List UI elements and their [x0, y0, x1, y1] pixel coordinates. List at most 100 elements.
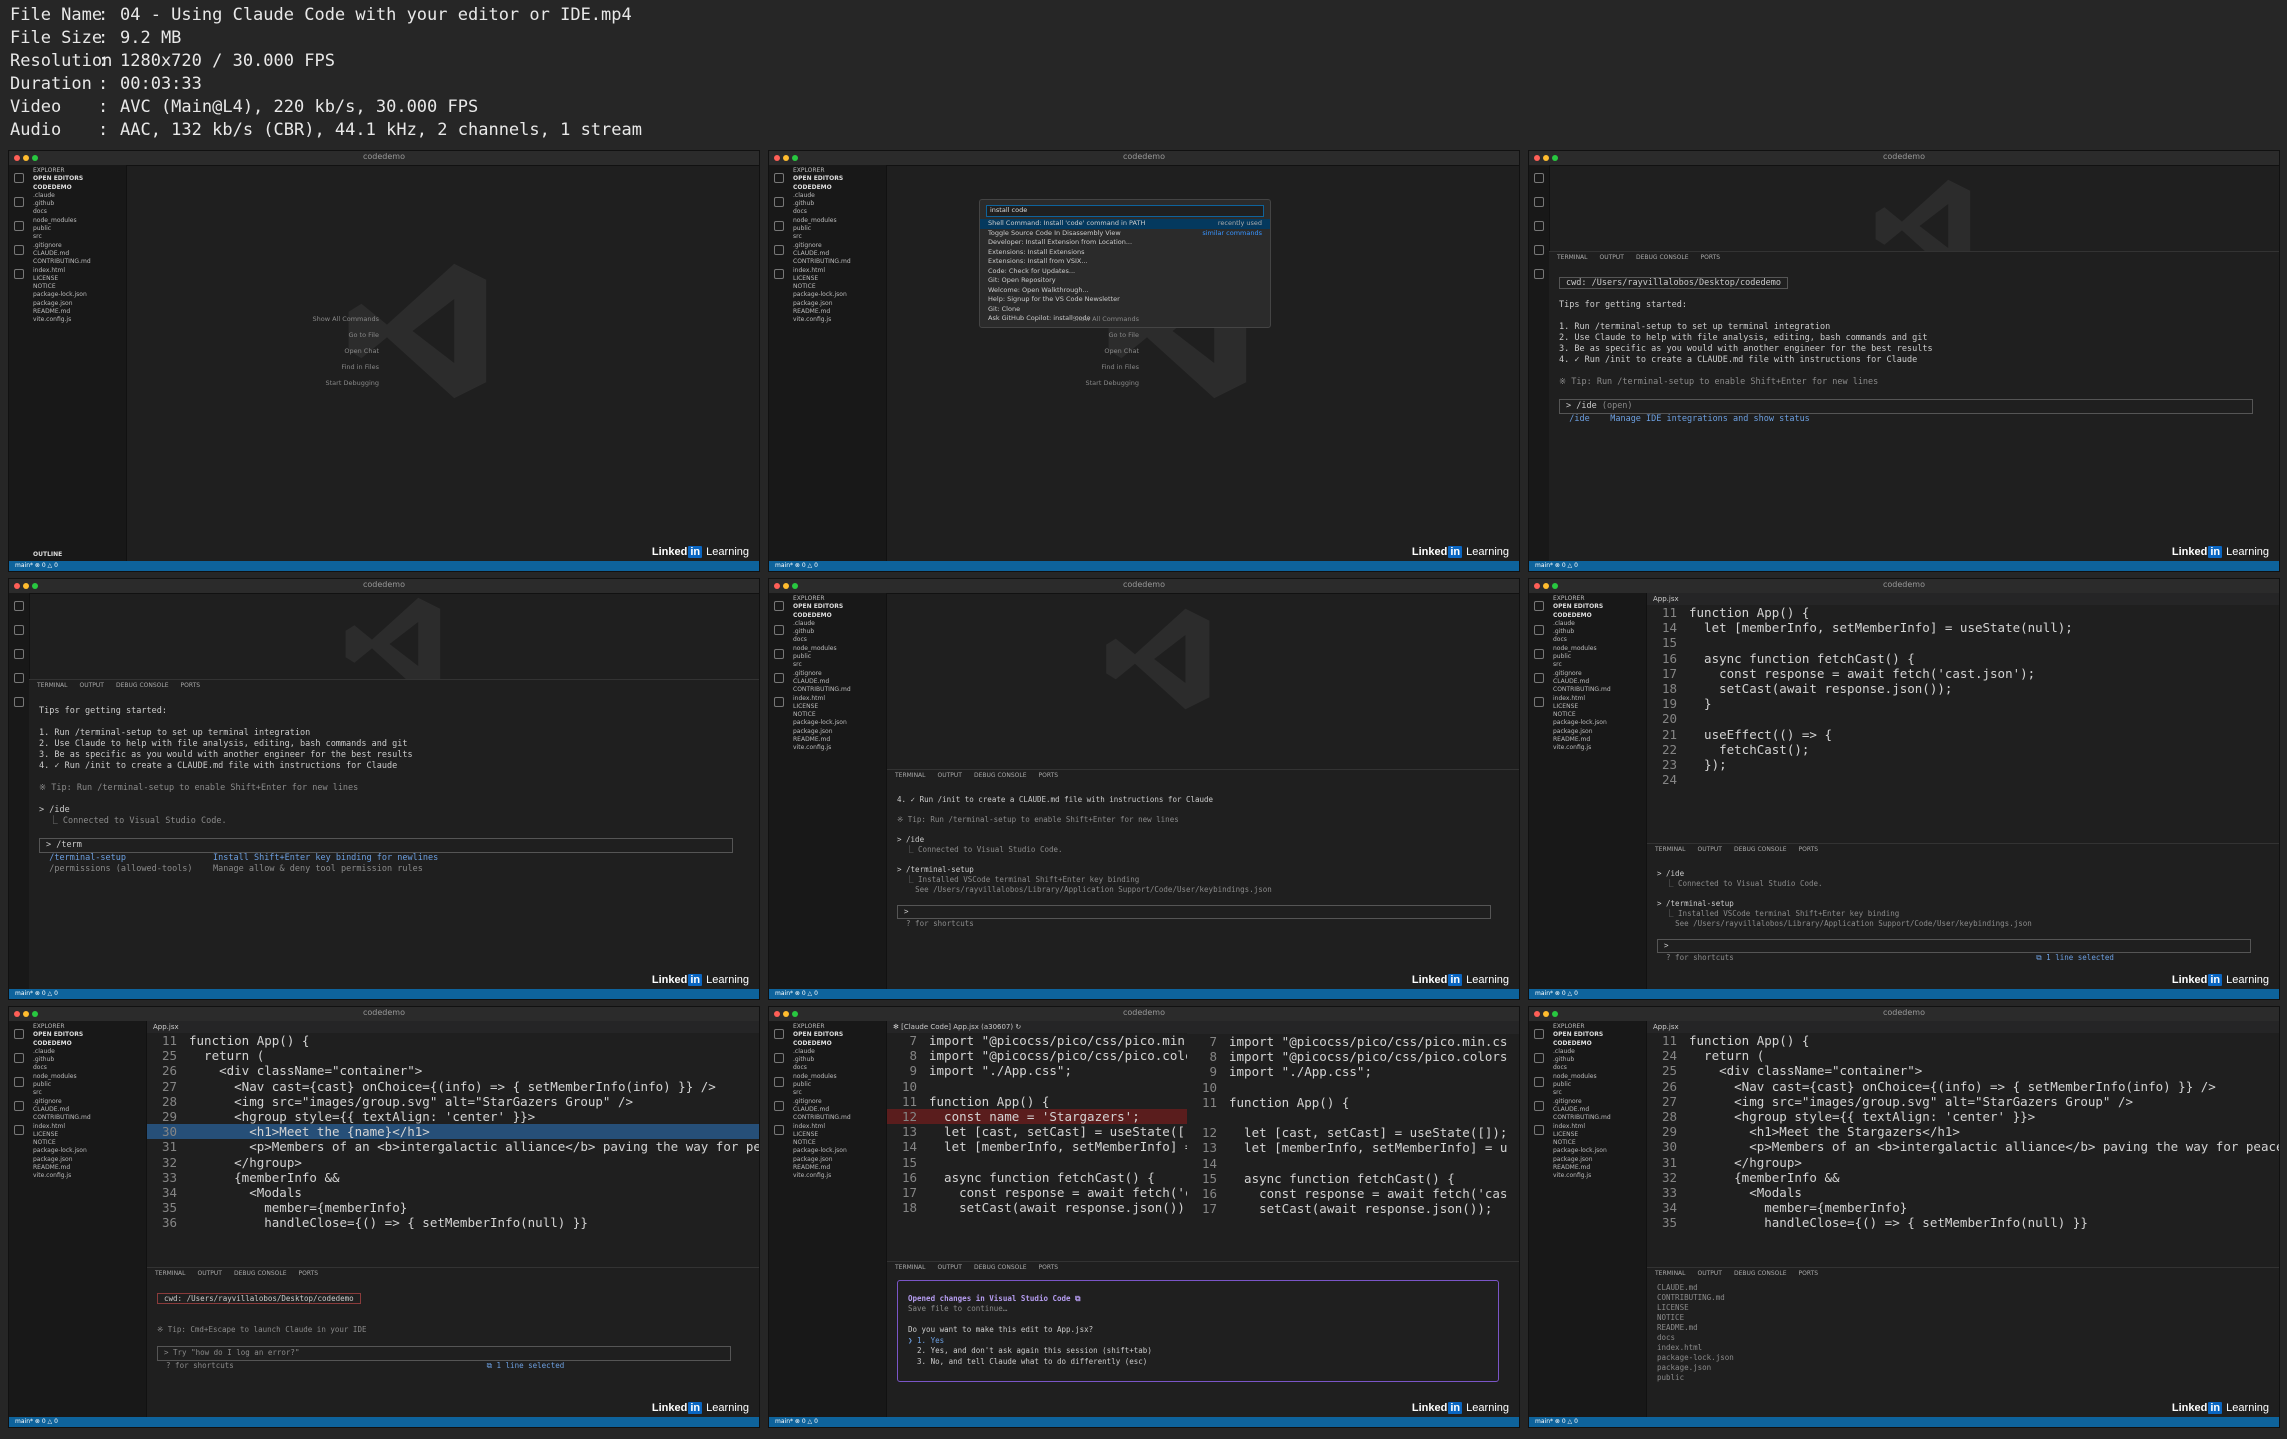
- code-line[interactable]: 33 <Modals: [1647, 1185, 2279, 1200]
- file-item[interactable]: vite.config.js: [793, 744, 882, 752]
- file-item[interactable]: vite.config.js: [793, 1172, 882, 1180]
- code-line[interactable]: 10: [887, 1079, 1187, 1094]
- file-item[interactable]: public: [793, 1081, 882, 1089]
- file-item[interactable]: .claude: [793, 620, 882, 628]
- editor-tab[interactable]: ✻ [Claude Code] App.jsx (a30607) ↻: [887, 1021, 1187, 1033]
- command-palette-input[interactable]: install code: [986, 205, 1264, 217]
- file-item[interactable]: index.html: [1553, 695, 1642, 703]
- file-item[interactable]: README.md: [793, 308, 882, 316]
- activity-bar[interactable]: [769, 165, 790, 561]
- file-item[interactable]: public: [1553, 653, 1642, 661]
- terminal-panel[interactable]: TERMINAL OUTPUT DEBUG CONSOLE PORTS 4. ✓ Ru…: [887, 769, 1519, 989]
- code-line[interactable]: 12 const name = 'Stargazers';: [887, 1109, 1187, 1125]
- activity-bar[interactable]: [769, 1021, 790, 1417]
- file-item[interactable]: README.md: [33, 308, 122, 316]
- code-line[interactable]: 11 function App() {: [1187, 1095, 1519, 1110]
- code-line[interactable]: 15: [1647, 635, 2279, 650]
- code-line[interactable]: 24: [1647, 772, 2279, 787]
- file-item[interactable]: NOTICE: [33, 283, 122, 291]
- code-line[interactable]: 24 return (: [1647, 1048, 2279, 1063]
- code-line[interactable]: 12 let [cast, setCast] = useState([]);: [1187, 1125, 1519, 1140]
- file-item[interactable]: index.html: [1553, 1123, 1642, 1131]
- file-item[interactable]: public: [793, 653, 882, 661]
- file-item[interactable]: CLAUDE.md: [793, 678, 882, 686]
- activity-bar[interactable]: [1529, 593, 1550, 989]
- code-line[interactable]: 8 import "@picocss/pico/css/pico.colc: [887, 1048, 1187, 1063]
- option-yes-always[interactable]: 2. Yes, and don't ask again this session…: [908, 1346, 1152, 1355]
- code-line[interactable]: 34 <Modals: [147, 1185, 759, 1200]
- terminal-panel[interactable]: TERMINAL OUTPUT DEBUG CONSOLE PORTS > /ide …: [1647, 843, 2279, 989]
- file-item[interactable]: .gitignore: [793, 670, 882, 678]
- status-bar[interactable]: main* ⊗ 0 △ 0: [9, 989, 759, 999]
- file-item[interactable]: CLAUDE.md: [33, 250, 122, 258]
- code-line[interactable]: 26 <Nav cast={cast} onChoice={(info) => …: [1647, 1079, 2279, 1094]
- file-item[interactable]: CLAUDE.md: [1553, 678, 1642, 686]
- code-editor[interactable]: App.jsx 11 function App() {14 let [member…: [1647, 593, 2279, 843]
- file-item[interactable]: public: [33, 225, 122, 233]
- file-item[interactable]: src: [33, 1089, 142, 1097]
- file-item[interactable]: .claude: [33, 192, 122, 200]
- palette-item[interactable]: Developer: Install Extension from Locati…: [980, 238, 1270, 248]
- file-item[interactable]: .claude: [1553, 1048, 1642, 1056]
- status-bar[interactable]: main* ⊗ 0 △ 0: [9, 1417, 759, 1427]
- file-item[interactable]: docs: [793, 208, 882, 216]
- file-item[interactable]: README.md: [33, 1164, 142, 1172]
- file-item[interactable]: .github: [793, 200, 882, 208]
- code-line[interactable]: 9 import "./App.css";: [887, 1063, 1187, 1078]
- code-line[interactable]: 28 <img src="images/group.svg" alt="Star…: [147, 1094, 759, 1109]
- code-line[interactable]: 16 async function fetchCast() {: [1647, 651, 2279, 666]
- file-item[interactable]: NOTICE: [1553, 1139, 1642, 1147]
- code-line[interactable]: 30 <h1>Meet the {name}</h1>: [147, 1124, 759, 1140]
- file-item[interactable]: docs: [793, 636, 882, 644]
- file-item[interactable]: LICENSE: [793, 275, 882, 283]
- code-line[interactable]: 11 function App() {: [1647, 1033, 2279, 1048]
- file-item[interactable]: src: [793, 233, 882, 241]
- status-bar[interactable]: main* ⊗ 0 △ 0: [1529, 989, 2279, 999]
- file-item[interactable]: package.json: [1553, 1156, 1642, 1164]
- activity-bar[interactable]: [9, 165, 30, 561]
- file-item[interactable]: .gitignore: [1553, 1098, 1642, 1106]
- palette-item[interactable]: Welcome: Open Walkthrough...: [980, 286, 1270, 296]
- explorer-sidebar[interactable]: EXPLORER OPEN EDITORS CODEDEMO .claude .…: [1549, 593, 1647, 989]
- file-item[interactable]: NOTICE: [793, 711, 882, 719]
- file-item[interactable]: NOTICE: [33, 1139, 142, 1147]
- file-item[interactable]: docs: [33, 1064, 142, 1072]
- terminal-panel[interactable]: TERMINAL OUTPUT DEBUG CONSOLE PORTS Opened …: [887, 1261, 1519, 1417]
- code-line[interactable]: 29 <h1>Meet the Stargazers</h1>: [1647, 1124, 2279, 1139]
- file-item[interactable]: public: [1553, 1081, 1642, 1089]
- file-item[interactable]: CLAUDE.md: [33, 1106, 142, 1114]
- file-item[interactable]: package.json: [33, 1156, 142, 1164]
- explorer-sidebar[interactable]: EXPLORER OPEN EDITORS CODEDEMO .claude .…: [29, 1021, 147, 1417]
- file-item[interactable]: NOTICE: [793, 1139, 882, 1147]
- code-editor[interactable]: App.jsx 11 function App() {25 return (26 …: [147, 1021, 759, 1267]
- file-item[interactable]: CONTRIBUTING.md: [33, 1114, 142, 1122]
- activity-bar[interactable]: [1529, 1021, 1550, 1417]
- code-editor[interactable]: App.jsx 11 function App() {24 return (25 …: [1647, 1021, 2279, 1267]
- terminal-panel[interactable]: TERMINAL OUTPUT DEBUG CONSOLE PORTS Tips fo…: [29, 679, 759, 989]
- palette-item[interactable]: Extensions: Install from VSIX...: [980, 257, 1270, 267]
- activity-bar[interactable]: [9, 593, 30, 989]
- file-item[interactable]: package-lock.json: [793, 719, 882, 727]
- code-line[interactable]: 22 fetchCast();: [1647, 742, 2279, 757]
- file-item[interactable]: vite.config.js: [33, 316, 122, 324]
- code-line[interactable]: [1187, 1110, 1519, 1125]
- file-item[interactable]: index.html: [793, 695, 882, 703]
- file-item[interactable]: docs: [793, 1064, 882, 1072]
- code-line[interactable]: 9 import "./App.css";: [1187, 1064, 1519, 1079]
- explorer-sidebar[interactable]: EXPLORER OPEN EDITORS CODEDEMO .claude .…: [789, 165, 887, 561]
- file-item[interactable]: package-lock.json: [1553, 719, 1642, 727]
- palette-item[interactable]: Code: Check for Updates...: [980, 267, 1270, 277]
- code-line[interactable]: 35 handleClose={() => { setMemberInfo(nu…: [1647, 1215, 2279, 1230]
- file-item[interactable]: .github: [793, 628, 882, 636]
- code-line[interactable]: 33 {memberInfo &&: [147, 1170, 759, 1185]
- file-item[interactable]: README.md: [1553, 736, 1642, 744]
- file-item[interactable]: node_modules: [793, 217, 882, 225]
- file-item[interactable]: .gitignore: [793, 1098, 882, 1106]
- file-item[interactable]: CONTRIBUTING.md: [793, 1114, 882, 1122]
- file-item[interactable]: .gitignore: [33, 242, 122, 250]
- file-item[interactable]: src: [33, 233, 122, 241]
- status-bar[interactable]: main* ⊗ 0 △ 0: [1529, 1417, 2279, 1427]
- file-item[interactable]: LICENSE: [33, 1131, 142, 1139]
- file-item[interactable]: src: [1553, 661, 1642, 669]
- file-item[interactable]: README.md: [793, 1164, 882, 1172]
